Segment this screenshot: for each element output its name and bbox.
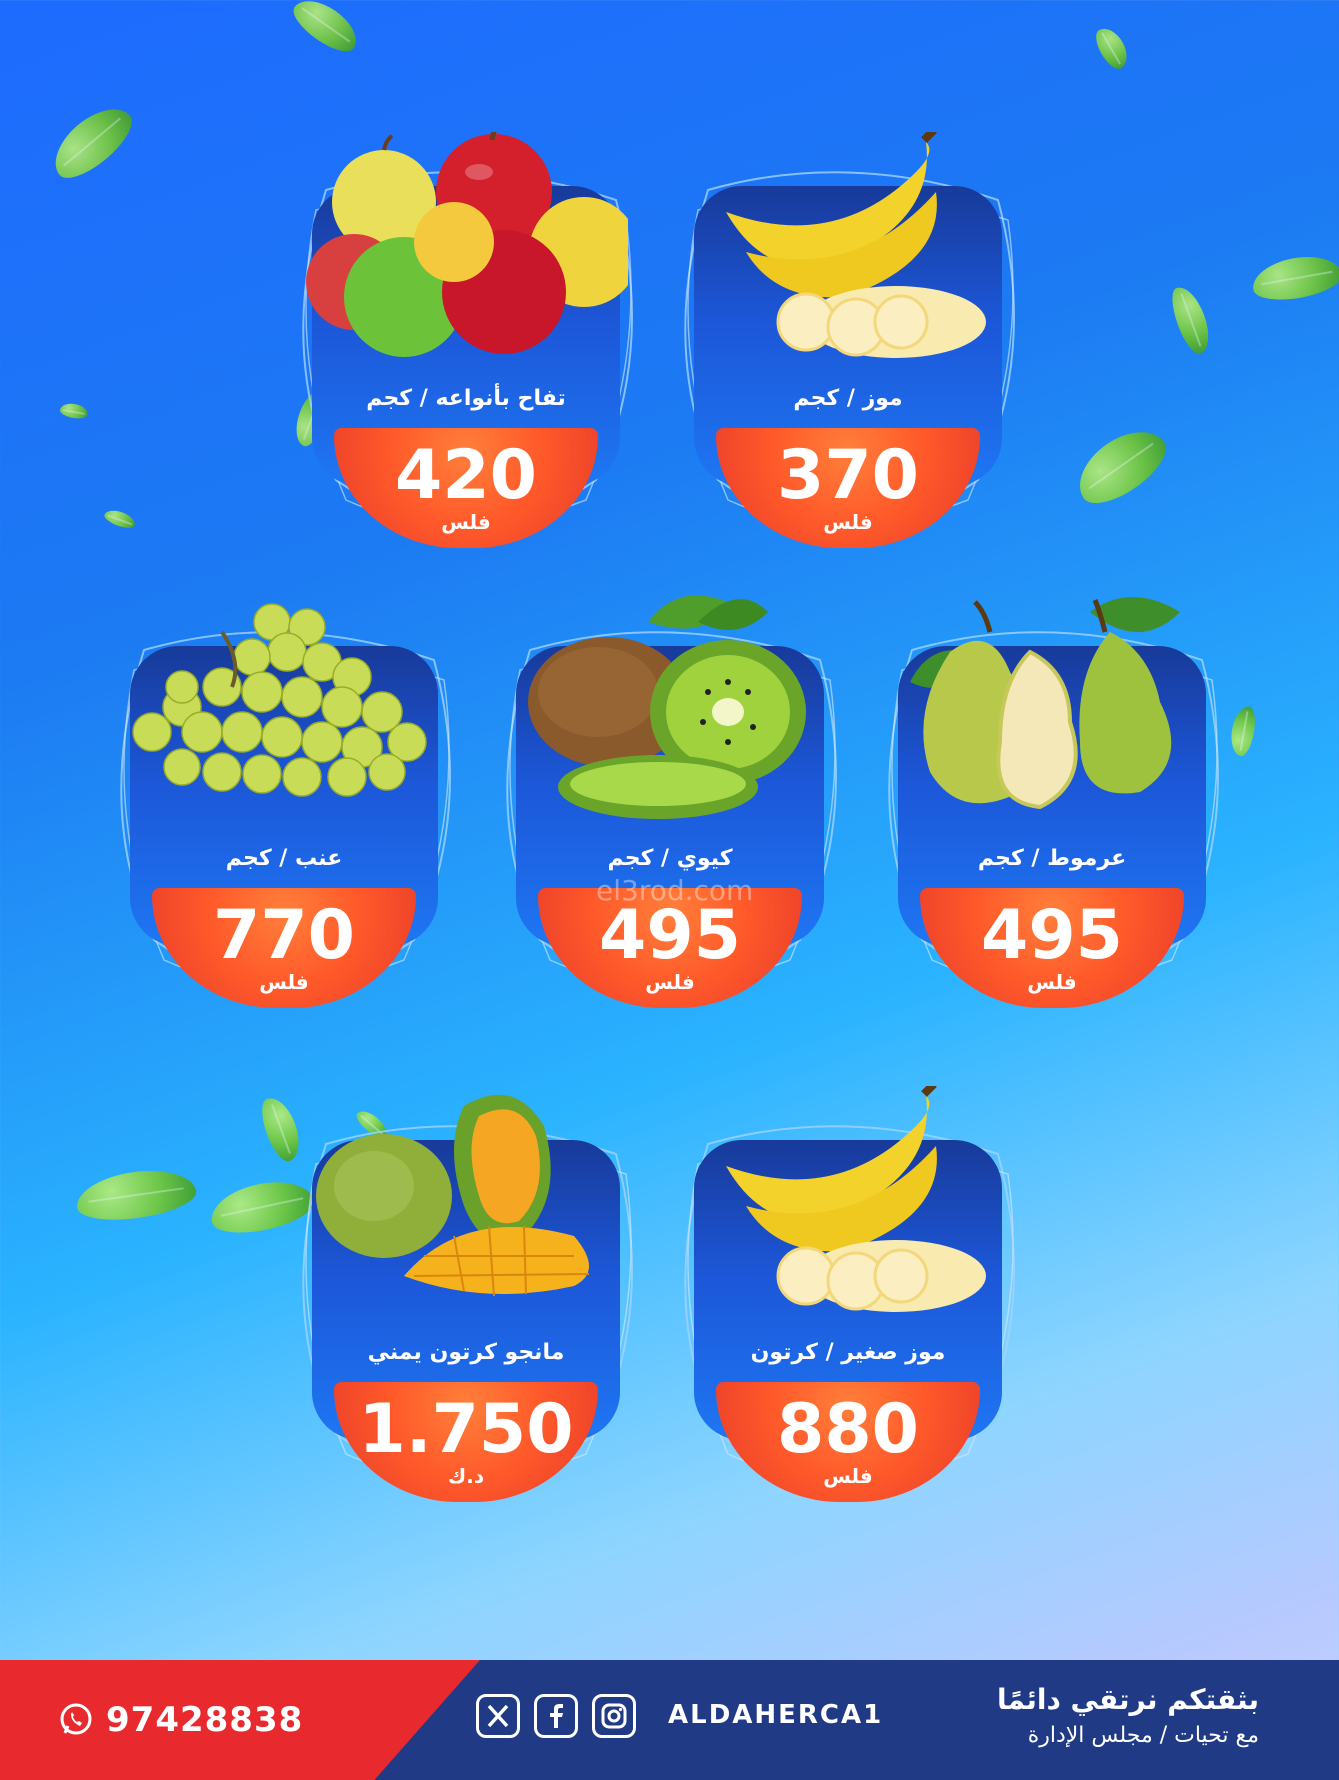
price-currency: فلس <box>1027 970 1077 994</box>
price-badge: 880 فلس <box>716 1382 980 1502</box>
leaf-decoration <box>42 95 142 189</box>
product-name: كيوي / كجم <box>607 846 733 871</box>
grapes-icon <box>132 603 427 797</box>
price-currency: فلس <box>441 510 491 534</box>
price-currency: فلس <box>823 510 873 534</box>
product-name: موز صغير / كرتون <box>750 1340 946 1365</box>
product-name: مانجو كرتون يمني <box>367 1340 565 1365</box>
phone-number: 97428838 <box>106 1700 304 1740</box>
price-badge: 420 فلس <box>334 428 598 548</box>
leaf-decoration <box>58 401 90 421</box>
leaf-decoration <box>1090 22 1134 74</box>
whatsapp-icon <box>60 1703 92 1735</box>
product-card-small-banana: موز صغير / كرتون 880 فلس <box>668 1086 1028 1502</box>
price-badge: 1.750 د.ك <box>334 1382 598 1502</box>
leaf-decoration <box>102 506 138 532</box>
product-price: 1.750 <box>358 1390 574 1469</box>
price-currency: فلس <box>259 970 309 994</box>
apples-icon <box>306 132 628 357</box>
pear-icon <box>910 597 1180 810</box>
leaf-decoration <box>286 0 366 60</box>
kiwi-icon <box>528 595 806 819</box>
footer-bar: 97428838 ALDAHERCA1 بثقتكم نرتقي دائمًا … <box>0 1660 1339 1780</box>
product-name: عرموط / كجم <box>977 846 1127 871</box>
price-badge: 770 فلس <box>152 888 416 1008</box>
product-name: موز / كجم <box>793 386 903 411</box>
product-price: 495 <box>599 896 741 975</box>
product-name: عنب / كجم <box>225 846 343 871</box>
slogan-line2: مع تحيات / مجلس الإدارة <box>1027 1723 1259 1748</box>
price-badge: 370 فلس <box>716 428 980 548</box>
leaf-decoration <box>1165 282 1217 358</box>
social-handle: ALDAHERCA1 <box>668 1700 884 1730</box>
product-card-kiwi: كيوي / كجم 495 فلس <box>490 595 850 1008</box>
price-badge: 495 فلس <box>920 888 1184 1008</box>
leaf-decoration <box>1227 704 1259 758</box>
leaf-decoration <box>1249 250 1339 306</box>
product-price: 770 <box>213 896 355 975</box>
product-card-mango: مانجو كرتون يمني 1.750 د.ك <box>286 1094 646 1502</box>
leaf-decoration <box>73 1163 199 1227</box>
watermark: el3rod.com <box>596 874 754 907</box>
product-name: تفاح بأنواعه / كجم <box>366 386 566 411</box>
product-card-grapes: عنب / كجم 770 فلس <box>104 603 464 1008</box>
slogan-line1: بثقتكم نرتقي دائمًا <box>997 1683 1259 1716</box>
slogan: بثقتكم نرتقي دائمًا مع تحيات / مجلس الإد… <box>997 1680 1259 1752</box>
social-icons <box>476 1694 636 1738</box>
price-currency: فلس <box>823 1464 873 1488</box>
x-icon[interactable] <box>476 1694 520 1738</box>
instagram-icon[interactable] <box>592 1694 636 1738</box>
product-card-apples: تفاح بأنواعه / كجم 420 فلس <box>286 132 646 548</box>
whatsapp-contact[interactable]: 97428838 <box>58 1698 303 1742</box>
price-currency: فلس <box>645 970 695 994</box>
mango-icon <box>316 1094 590 1297</box>
product-card-banana: موز / كجم 370 فلس <box>668 132 1028 548</box>
product-card-pear: عرموط / كجم 495 فلس <box>872 597 1232 1008</box>
product-price: 880 <box>777 1390 919 1469</box>
product-price: 495 <box>981 896 1123 975</box>
price-currency: د.ك <box>447 1464 485 1488</box>
banana-icon <box>726 1086 986 1312</box>
leaf-decoration <box>1065 416 1177 516</box>
banana-icon <box>726 132 986 358</box>
facebook-icon[interactable] <box>534 1694 578 1738</box>
product-price: 370 <box>777 436 919 515</box>
product-price: 420 <box>395 436 537 515</box>
